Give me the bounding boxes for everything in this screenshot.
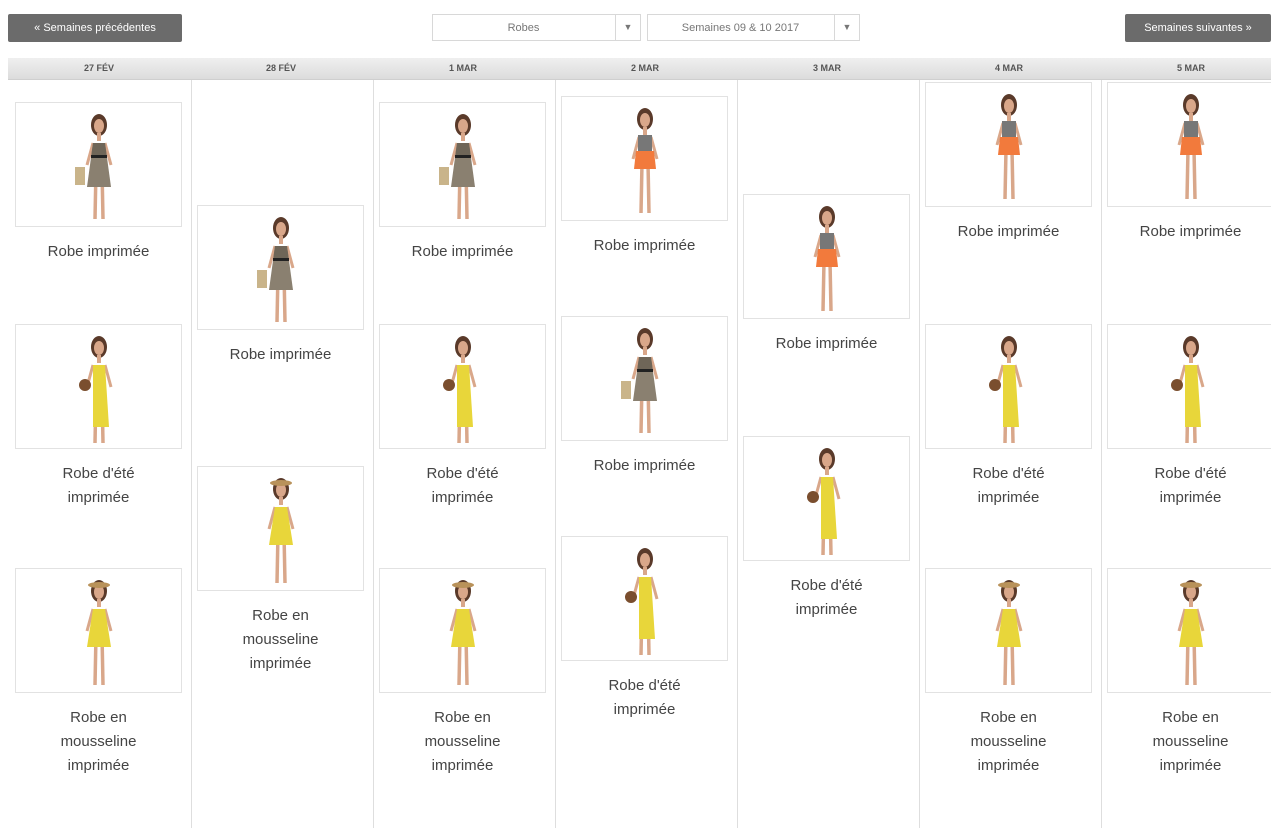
yellow-summer-dress-figure: [78, 336, 112, 444]
previous-weeks-button[interactable]: « Semaines précédentes: [8, 14, 182, 42]
day-header: 3 MAR: [736, 58, 919, 80]
product-title[interactable]: Robe en mousseline imprimée: [1100, 706, 1271, 778]
day-header: 5 MAR: [1100, 58, 1271, 80]
yellow-chiffon-dress-figure: [267, 478, 294, 584]
category-select[interactable]: Robes ▼: [432, 14, 641, 41]
yellow-summer-dress-figure: [624, 548, 658, 656]
product-title[interactable]: Robe d'été imprimée: [918, 462, 1099, 510]
product-image[interactable]: [925, 568, 1092, 693]
product-image[interactable]: [1107, 324, 1271, 449]
product-title[interactable]: Robe imprimée: [554, 454, 735, 478]
product-title[interactable]: Robe imprimée: [372, 240, 553, 264]
category-select-value: Robes: [507, 22, 540, 34]
product-image[interactable]: [561, 96, 728, 221]
product-image[interactable]: [379, 102, 546, 227]
product-image[interactable]: [15, 102, 182, 227]
day-header: 4 MAR: [918, 58, 1101, 80]
yellow-chiffon-dress-figure: [1177, 580, 1204, 686]
product-image[interactable]: [379, 568, 546, 693]
product-image[interactable]: [1107, 568, 1271, 693]
product-image[interactable]: [561, 316, 728, 441]
orange-skirt-figure: [1177, 94, 1204, 200]
product-title[interactable]: Robe imprimée: [190, 343, 371, 367]
printed-dress-figure: [620, 328, 658, 434]
orange-skirt-figure: [995, 94, 1022, 200]
product-image[interactable]: [15, 324, 182, 449]
product-image[interactable]: [925, 82, 1092, 207]
product-title[interactable]: Robe d'été imprimée: [1100, 462, 1271, 510]
yellow-summer-dress-figure: [442, 336, 476, 444]
day-header: 27 FÉV: [8, 58, 191, 80]
weeks-select-value: Semaines 09 & 10 2017: [681, 22, 800, 34]
yellow-chiffon-dress-figure: [449, 580, 476, 686]
product-title[interactable]: Robe en mousseline imprimée: [372, 706, 553, 778]
printed-dress-figure: [256, 217, 294, 323]
product-title[interactable]: Robe imprimée: [736, 332, 917, 356]
chevron-down-icon[interactable]: ▼: [615, 15, 640, 40]
product-title[interactable]: Robe en mousseline imprimée: [918, 706, 1099, 778]
product-image[interactable]: [925, 324, 1092, 449]
product-title[interactable]: Robe imprimée: [554, 234, 735, 258]
product-title[interactable]: Robe en mousseline imprimée: [190, 604, 371, 676]
product-image[interactable]: [561, 536, 728, 661]
product-title[interactable]: Robe d'été imprimée: [372, 462, 553, 510]
day-header: 1 MAR: [372, 58, 555, 80]
product-title[interactable]: Robe en mousseline imprimée: [8, 706, 189, 778]
product-title[interactable]: Robe d'été imprimée: [736, 574, 917, 622]
weeks-select[interactable]: Semaines 09 & 10 2017 ▼: [647, 14, 860, 41]
product-image[interactable]: [197, 205, 364, 330]
product-title[interactable]: Robe d'été imprimée: [554, 674, 735, 722]
next-weeks-button[interactable]: Semaines suivantes »: [1125, 14, 1271, 42]
product-image[interactable]: [197, 466, 364, 591]
orange-skirt-figure: [813, 206, 840, 312]
day-header: 28 FÉV: [190, 58, 373, 80]
printed-dress-figure: [74, 114, 112, 220]
product-title[interactable]: Robe imprimée: [8, 240, 189, 264]
product-title[interactable]: Robe imprimée: [1100, 220, 1271, 244]
printed-dress-figure: [438, 114, 476, 220]
yellow-chiffon-dress-figure: [85, 580, 112, 686]
day-header-row: 27 FÉV 28 FÉV 1 MAR 2 MAR 3 MAR 4 MAR 5 MAR: [8, 58, 1271, 80]
product-image[interactable]: [1107, 82, 1271, 207]
product-image[interactable]: [743, 194, 910, 319]
product-image[interactable]: [743, 436, 910, 561]
column-divider: [191, 80, 192, 828]
yellow-summer-dress-figure: [988, 336, 1022, 444]
orange-skirt-figure: [631, 108, 658, 214]
day-header: 2 MAR: [554, 58, 737, 80]
chevron-down-icon[interactable]: ▼: [834, 15, 859, 40]
toolbar: « Semaines précédentes Robes ▼ Semaines …: [0, 0, 1271, 58]
column-divider: [737, 80, 738, 828]
product-title[interactable]: Robe imprimée: [918, 220, 1099, 244]
product-image[interactable]: [15, 568, 182, 693]
yellow-summer-dress-figure: [1170, 336, 1204, 444]
yellow-chiffon-dress-figure: [995, 580, 1022, 686]
yellow-summer-dress-figure: [806, 448, 840, 556]
product-image[interactable]: [379, 324, 546, 449]
product-title[interactable]: Robe d'été imprimée: [8, 462, 189, 510]
